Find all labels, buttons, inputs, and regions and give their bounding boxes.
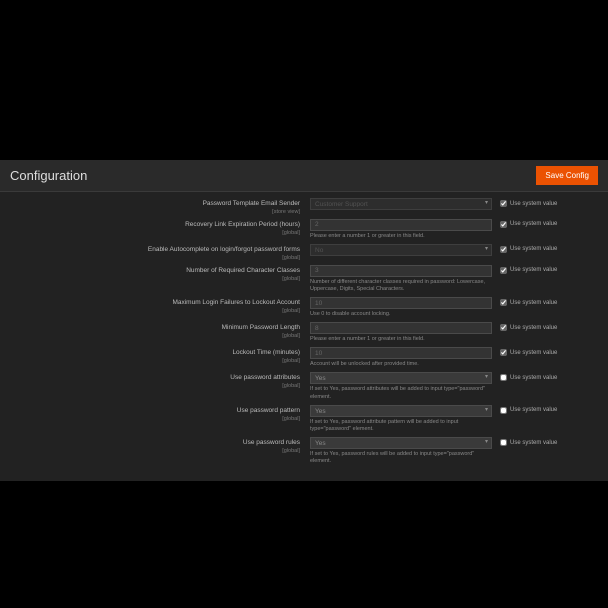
use-system-label: Use system value (510, 201, 557, 207)
scope-label: [store view] (10, 209, 300, 215)
use-system-checkbox[interactable] (500, 299, 507, 306)
use-system-checkbox[interactable] (500, 374, 507, 381)
password-rules-select[interactable]: Yes (310, 437, 492, 449)
scope-label: [global] (10, 333, 300, 339)
scope-label: [global] (10, 448, 300, 454)
field-hint: Number of different character classes re… (310, 279, 492, 293)
field-hint: If set to Yes, password rules will be ad… (310, 451, 492, 465)
use-system-label: Use system value (510, 375, 557, 381)
field-label: Enable Autocomplete on login/forgot pass… (10, 246, 300, 254)
lockout-time-input[interactable] (310, 347, 492, 359)
email-sender-select[interactable]: Customer Support (310, 198, 492, 210)
scope-label: [global] (10, 358, 300, 364)
field-label: Password Template Email Sender (10, 200, 300, 208)
scope-label: [global] (10, 308, 300, 314)
use-system-checkbox[interactable] (500, 324, 507, 331)
field-label: Maximum Login Failures to Lockout Accoun… (10, 299, 300, 307)
field-hint: Please enter a number 1 or greater in th… (310, 336, 492, 343)
use-system-checkbox[interactable] (500, 267, 507, 274)
field-label: Use password rules (10, 439, 300, 447)
password-pattern-select[interactable]: Yes (310, 405, 492, 417)
field-hint: Account will be unlocked after provided … (310, 361, 492, 368)
use-system-label: Use system value (510, 221, 557, 227)
use-system-label: Use system value (510, 300, 557, 306)
autocomplete-select[interactable]: No (310, 244, 492, 256)
save-config-button[interactable]: Save Config (536, 166, 598, 185)
use-system-label: Use system value (510, 325, 557, 331)
page-header: Configuration Save Config (0, 160, 608, 192)
scope-label: [global] (10, 276, 300, 282)
field-label: Number of Required Character Classes (10, 267, 300, 275)
use-system-label: Use system value (510, 350, 557, 356)
field-label: Use password attributes (10, 374, 300, 382)
use-system-label: Use system value (510, 407, 557, 413)
field-label: Minimum Password Length (10, 324, 300, 332)
scope-label: [global] (10, 255, 300, 261)
use-system-label: Use system value (510, 246, 557, 252)
field-hint: If set to Yes, password attributes will … (310, 386, 492, 400)
use-system-checkbox[interactable] (500, 439, 507, 446)
use-system-checkbox[interactable] (500, 221, 507, 228)
min-length-input[interactable] (310, 322, 492, 334)
recovery-period-input[interactable] (310, 219, 492, 231)
scope-label: [global] (10, 416, 300, 422)
scope-label: [global] (10, 230, 300, 236)
field-label: Recovery Link Expiration Period (hours) (10, 221, 300, 229)
char-classes-input[interactable] (310, 265, 492, 277)
use-system-label: Use system value (510, 440, 557, 446)
field-hint: Please enter a number 1 or greater in th… (310, 233, 492, 240)
field-hint: Use 0 to disable account locking. (310, 311, 492, 318)
page-title: Configuration (10, 168, 87, 183)
use-system-checkbox[interactable] (500, 200, 507, 207)
field-label: Use password pattern (10, 407, 300, 415)
config-form: Password Template Email Sender [store vi… (0, 192, 608, 481)
field-label: Lockout Time (minutes) (10, 349, 300, 357)
use-system-checkbox[interactable] (500, 349, 507, 356)
scope-label: [global] (10, 383, 300, 389)
use-system-checkbox[interactable] (500, 246, 507, 253)
password-attributes-select[interactable]: Yes (310, 372, 492, 384)
field-hint: If set to Yes, password attribute patter… (310, 419, 492, 433)
use-system-label: Use system value (510, 267, 557, 273)
use-system-checkbox[interactable] (500, 407, 507, 414)
max-failures-input[interactable] (310, 297, 492, 309)
